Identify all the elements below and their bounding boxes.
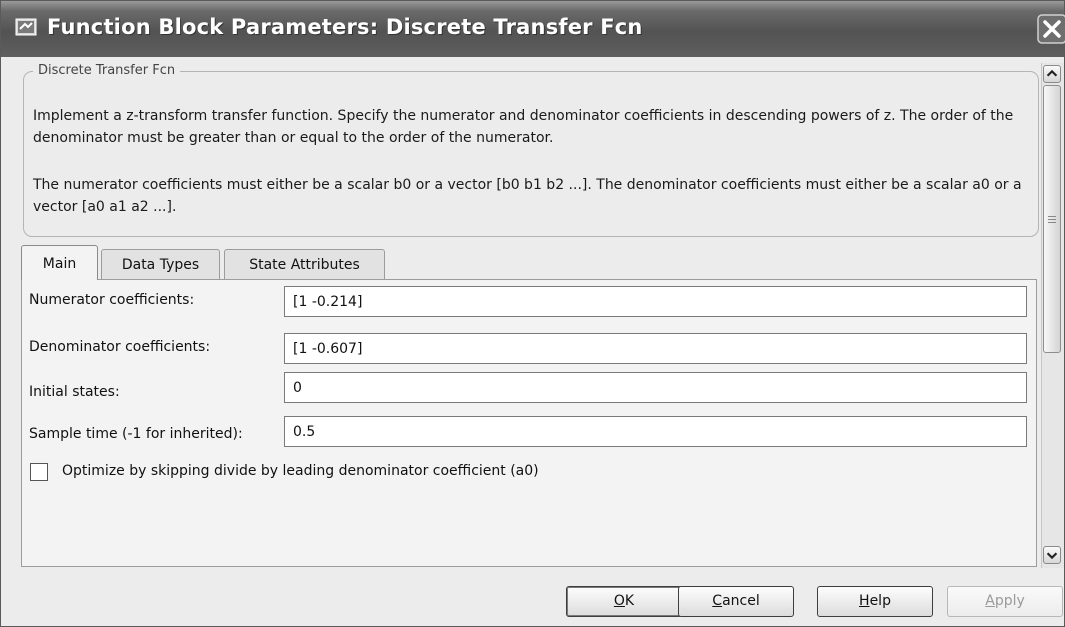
close-icon[interactable] xyxy=(1037,14,1065,44)
cancel-mnemonic: C xyxy=(712,593,723,609)
ok-button[interactable]: OK xyxy=(566,586,682,617)
help-label-rest: elp xyxy=(869,593,891,609)
scroll-up-icon[interactable] xyxy=(1043,65,1061,83)
sample-time-label: Sample time (-1 for inherited): xyxy=(29,426,243,442)
description-paragraph-2: The numerator coefficients must either b… xyxy=(33,177,1022,215)
numerator-input[interactable] xyxy=(284,286,1027,317)
cancel-label-rest: ancel xyxy=(722,593,760,609)
denominator-input[interactable] xyxy=(284,333,1027,364)
apply-mnemonic: A xyxy=(985,593,995,609)
denominator-label: Denominator coefficients: xyxy=(29,339,211,355)
optimize-checkbox-label: Optimize by skipping divide by leading d… xyxy=(62,463,539,479)
apply-label-rest: pply xyxy=(994,593,1025,609)
tab-state-attributes[interactable]: State Attributes xyxy=(224,249,385,279)
help-mnemonic: H xyxy=(859,593,870,609)
help-button[interactable]: Help xyxy=(817,586,933,617)
scroll-down-icon[interactable] xyxy=(1043,546,1061,564)
apply-button[interactable]: Apply xyxy=(947,586,1063,617)
grip-icon xyxy=(1048,216,1056,223)
sample-time-input[interactable] xyxy=(284,416,1027,447)
initial-states-label: Initial states: xyxy=(29,384,120,400)
simulink-block-icon xyxy=(15,18,37,36)
tab-main[interactable]: Main xyxy=(21,245,98,280)
ok-label-rest: K xyxy=(624,593,635,609)
ok-mnemonic: O xyxy=(613,593,625,609)
description-legend: Discrete Transfer Fcn xyxy=(33,63,181,78)
title-bar[interactable]: Function Block Parameters: Discrete Tran… xyxy=(1,1,1065,57)
numerator-label: Numerator coefficients: xyxy=(29,292,195,308)
tab-data-types[interactable]: Data Types xyxy=(101,249,220,279)
description-paragraph-1: Implement a z-transform transfer functio… xyxy=(33,108,1014,146)
dialog-window: Function Block Parameters: Discrete Tran… xyxy=(0,0,1065,627)
initial-states-input[interactable] xyxy=(284,372,1027,403)
scrollbar-thumb[interactable] xyxy=(1043,85,1061,353)
window-title: Function Block Parameters: Discrete Tran… xyxy=(47,15,643,39)
cancel-button[interactable]: Cancel xyxy=(678,586,794,617)
optimize-checkbox[interactable] xyxy=(30,463,48,481)
